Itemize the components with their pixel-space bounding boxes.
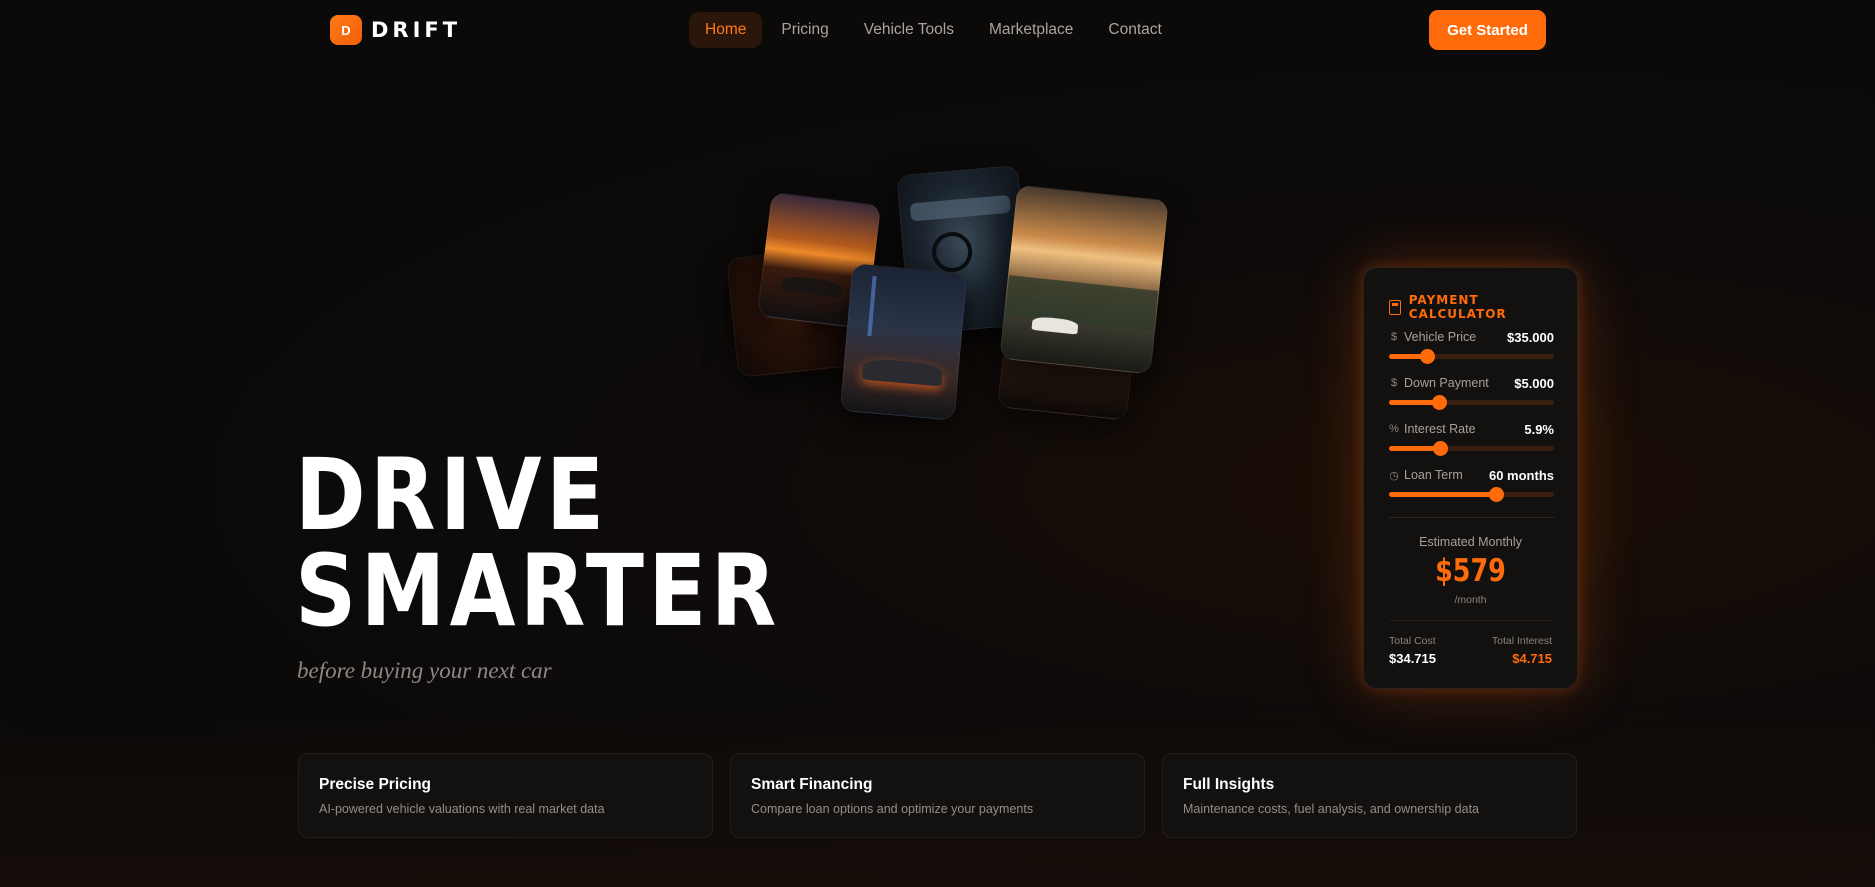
nav-item-marketplace[interactable]: Marketplace xyxy=(973,12,1089,48)
car-photo-mountain-road xyxy=(999,184,1169,375)
hills-shape xyxy=(1004,275,1159,331)
hero-title: DRIVE SMARTER xyxy=(295,438,781,649)
feature-description: Compare loan options and optimize your p… xyxy=(751,802,1034,816)
calculator-title: PAYMENT CALCULATOR xyxy=(1408,293,1507,321)
feature-title: Smart Financing xyxy=(751,776,873,793)
feature-description: Maintenance costs, fuel analysis, and ow… xyxy=(1183,802,1480,816)
dollar-icon: $ xyxy=(1390,377,1398,389)
feature-card-smart-financing: Smart Financing Compare loan options and… xyxy=(730,753,1145,838)
slider-fill xyxy=(1389,492,1497,497)
loan-term-label: Loan Term xyxy=(1404,468,1463,482)
calculator-icon xyxy=(1389,299,1401,315)
payment-calculator-card: PAYMENT CALCULATOR $ Vehicle Price $35.00… xyxy=(1363,267,1578,689)
estimated-monthly-label: Estimated Monthly xyxy=(1419,535,1522,549)
total-cost-value: $34.715 xyxy=(1389,651,1436,666)
down-payment-slider[interactable] xyxy=(1389,395,1554,410)
hero-subtitle: before buying your next car xyxy=(297,658,552,683)
nav-item-vehicle-tools[interactable]: Vehicle Tools xyxy=(848,12,970,48)
total-interest: Total Interest $4.715 xyxy=(1492,635,1552,666)
interest-rate-label: Interest Rate xyxy=(1404,422,1476,436)
top-navigation: D DRIFT Home Pricing Vehicle Tools Marke… xyxy=(0,0,1875,60)
estimated-monthly-value: $579 xyxy=(1435,553,1506,589)
loan-term-field: ◷ Loan Term 60 months xyxy=(1389,467,1554,502)
feature-card-precise-pricing: Precise Pricing AI-powered vehicle valua… xyxy=(298,753,713,838)
dashboard-shape xyxy=(909,194,1011,222)
total-interest-label: Total Interest xyxy=(1491,635,1552,647)
nav-item-contact[interactable]: Contact xyxy=(1092,12,1177,48)
interest-rate-slider[interactable] xyxy=(1389,441,1554,456)
feature-title: Full Insights xyxy=(1183,776,1275,793)
interest-rate-field: % Interest Rate 5.9% xyxy=(1389,421,1554,456)
vehicle-price-value: $35.000 xyxy=(1507,329,1554,345)
car-silhouette xyxy=(861,357,944,387)
nav-item-home[interactable]: Home xyxy=(689,12,763,48)
hero-title-line1: DRIVE xyxy=(295,438,609,553)
steering-wheel-shape xyxy=(930,230,974,274)
nav-item-pricing[interactable]: Pricing xyxy=(765,12,844,48)
slider-thumb[interactable] xyxy=(1419,349,1435,364)
percent-icon: % xyxy=(1389,423,1399,435)
feature-card-full-insights: Full Insights Maintenance costs, fuel an… xyxy=(1162,753,1577,838)
clock-icon: ◷ xyxy=(1389,469,1399,482)
down-payment-label: Down Payment xyxy=(1404,376,1489,390)
down-payment-field: $ Down Payment $5.000 xyxy=(1389,375,1554,410)
nav-links: Home Pricing Vehicle Tools Marketplace C… xyxy=(689,12,1178,48)
slider-thumb[interactable] xyxy=(1431,395,1447,410)
loan-term-value: 60 months xyxy=(1488,467,1554,483)
logo-text: DRIFT xyxy=(371,18,462,42)
slider-thumb[interactable] xyxy=(1433,441,1449,456)
logo[interactable]: D DRIFT xyxy=(330,15,461,45)
feature-description: AI-powered vehicle valuations with real … xyxy=(319,802,605,816)
neon-light-shape xyxy=(867,276,877,337)
total-interest-value: $4.715 xyxy=(1512,651,1552,666)
calculator-header: PAYMENT CALCULATOR xyxy=(1389,293,1577,321)
vehicle-price-label: Vehicle Price xyxy=(1404,330,1477,344)
logo-mark: D xyxy=(330,15,362,45)
down-payment-value: $5.000 xyxy=(1514,375,1554,391)
feature-title: Precise Pricing xyxy=(319,776,432,793)
divider xyxy=(1389,517,1554,518)
vehicle-price-field: $ Vehicle Price $35.000 xyxy=(1389,329,1554,364)
estimated-monthly-unit: /month xyxy=(1454,594,1487,606)
dollar-icon: $ xyxy=(1390,331,1398,343)
hero-title-line2: SMARTER xyxy=(295,534,781,649)
loan-term-slider[interactable] xyxy=(1389,487,1554,502)
car-photo-neon-city xyxy=(839,263,968,421)
total-cost-label: Total Cost xyxy=(1389,635,1436,647)
vehicle-price-slider[interactable] xyxy=(1389,349,1554,364)
interest-rate-value: 5.9% xyxy=(1524,421,1554,437)
car-silhouette xyxy=(781,274,843,298)
slider-thumb[interactable] xyxy=(1489,487,1505,502)
total-cost: Total Cost $34.715 xyxy=(1389,635,1436,666)
divider xyxy=(1389,620,1554,621)
get-started-button[interactable]: Get Started xyxy=(1429,10,1546,50)
